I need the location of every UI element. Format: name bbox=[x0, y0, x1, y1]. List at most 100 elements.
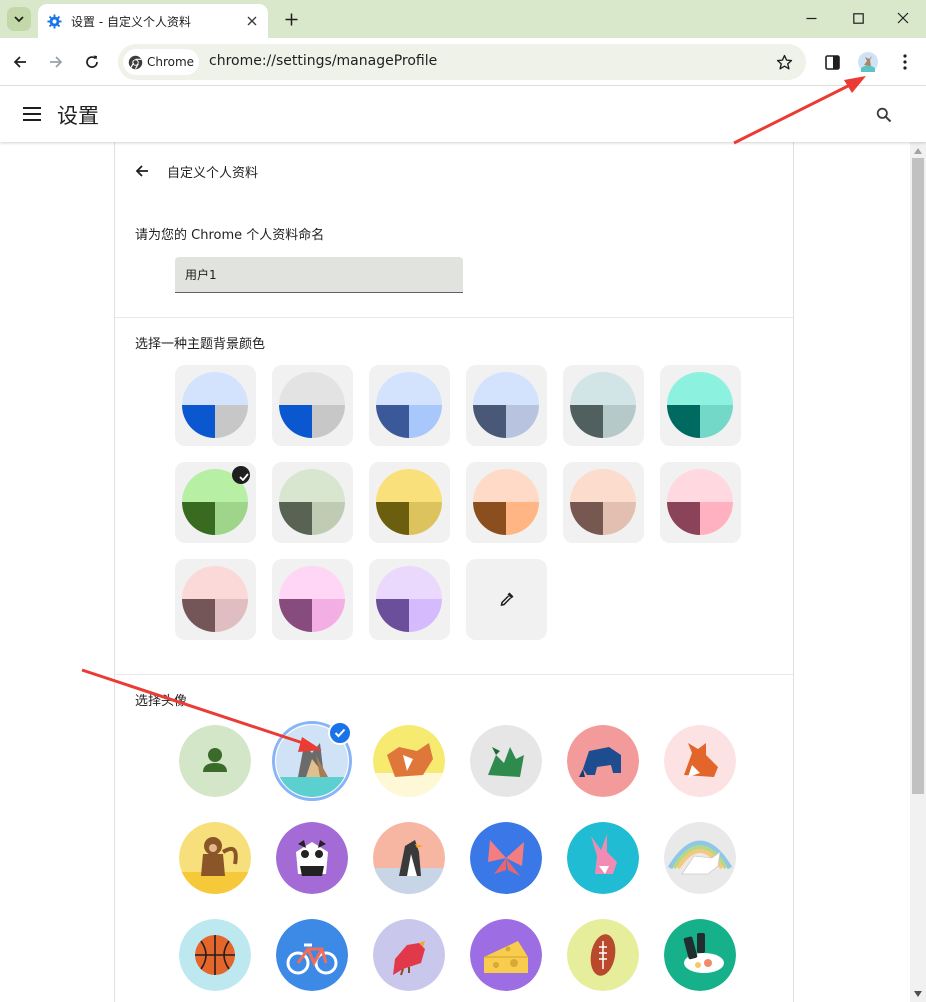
search-settings-button[interactable] bbox=[873, 104, 895, 126]
theme-color-preview bbox=[279, 469, 345, 535]
back-to-people-button[interactable] bbox=[131, 160, 153, 182]
avatar-icon bbox=[858, 52, 878, 72]
theme-swatch[interactable] bbox=[175, 559, 256, 640]
url-text[interactable]: chrome://settings/manageProfile bbox=[209, 53, 437, 69]
bookmark-star-button[interactable] bbox=[774, 52, 794, 72]
avatar-football-icon[interactable] bbox=[567, 919, 639, 991]
avatar-origami-monkey-icon[interactable] bbox=[179, 822, 251, 894]
avatar-basketball-icon[interactable] bbox=[179, 919, 251, 991]
reload-button[interactable] bbox=[80, 50, 104, 74]
maximize-button[interactable] bbox=[835, 0, 881, 36]
tab-settings[interactable]: 设置 - 自定义个人资料 bbox=[38, 4, 268, 38]
theme-color-preview bbox=[182, 566, 248, 632]
theme-color-preview bbox=[279, 372, 345, 438]
avatar-origami-unicorn-icon[interactable] bbox=[664, 822, 736, 894]
theme-swatch[interactable] bbox=[175, 462, 256, 543]
scroll-down-button[interactable] bbox=[912, 988, 924, 1000]
theme-swatch[interactable] bbox=[272, 559, 353, 640]
back-button[interactable] bbox=[8, 50, 32, 74]
chrome-chip-label: Chrome bbox=[147, 55, 195, 69]
theme-color-preview bbox=[473, 372, 539, 438]
theme-swatch[interactable] bbox=[660, 462, 741, 543]
forward-button[interactable] bbox=[44, 50, 68, 74]
theme-swatch[interactable] bbox=[369, 462, 450, 543]
theme-swatch[interactable] bbox=[466, 365, 547, 446]
theme-swatch[interactable] bbox=[466, 462, 547, 543]
avatar-origami-fox-icon[interactable] bbox=[664, 725, 736, 797]
avatar-origami-panda-icon[interactable] bbox=[276, 822, 348, 894]
hamburger-menu-icon bbox=[23, 107, 41, 121]
window-titlebar: 设置 - 自定义个人资料 bbox=[0, 0, 926, 38]
site-info-chip[interactable]: Chrome bbox=[123, 49, 199, 75]
theme-swatch[interactable] bbox=[563, 365, 644, 446]
eyedropper-icon bbox=[500, 592, 514, 606]
section-divider bbox=[115, 317, 793, 318]
side-panel-button[interactable] bbox=[820, 50, 844, 74]
avatar-cheese-icon[interactable] bbox=[470, 919, 542, 991]
triangle-down-icon bbox=[914, 991, 922, 997]
close-tab-button[interactable] bbox=[244, 13, 260, 29]
avatar-origami-penguin-icon[interactable] bbox=[373, 822, 445, 894]
close-icon bbox=[897, 12, 909, 24]
profile-avatar-button[interactable] bbox=[856, 50, 880, 74]
triangle-up-icon bbox=[914, 148, 922, 154]
avatar-sushi-icon[interactable] bbox=[664, 919, 736, 991]
avatar-origami-corgi-icon[interactable] bbox=[373, 725, 445, 797]
theme-color-preview bbox=[570, 372, 636, 438]
avatar-origami-dragon-icon[interactable] bbox=[470, 725, 542, 797]
page-title: 自定义个人资料 bbox=[167, 166, 259, 181]
theme-swatch[interactable] bbox=[369, 559, 450, 640]
arrow-left-icon bbox=[135, 165, 148, 177]
theme-color-preview bbox=[376, 566, 442, 632]
theme-color-label: 选择一种主题背景颜色 bbox=[135, 337, 266, 352]
avatar-bird-icon[interactable] bbox=[373, 919, 445, 991]
chrome-logo-icon bbox=[128, 55, 143, 69]
theme-color-preview bbox=[376, 372, 442, 438]
side-panel-icon bbox=[824, 54, 840, 70]
maximize-icon bbox=[852, 12, 864, 24]
scrollbar-thumb[interactable] bbox=[912, 158, 924, 794]
close-icon bbox=[247, 16, 257, 26]
theme-color-preview bbox=[182, 372, 248, 438]
reload-icon bbox=[86, 55, 98, 68]
close-window-button[interactable] bbox=[880, 0, 926, 36]
tab-search-button[interactable] bbox=[7, 7, 31, 31]
theme-swatch[interactable] bbox=[369, 365, 450, 446]
section-divider bbox=[115, 674, 793, 675]
avatar-origami-butterfly-icon[interactable] bbox=[470, 822, 542, 894]
manage-profile-card: 自定义个人资料 请为您的 Chrome 个人资料命名 选择一种主题背景颜色 选择… bbox=[114, 142, 794, 1002]
theme-swatch[interactable] bbox=[272, 462, 353, 543]
profile-name-input[interactable] bbox=[175, 257, 463, 293]
theme-swatch[interactable] bbox=[660, 365, 741, 446]
new-tab-button[interactable] bbox=[280, 8, 302, 30]
browser-toolbar: Chrome chrome://settings/manageProfile bbox=[0, 38, 926, 86]
avatar-generic-person-icon[interactable] bbox=[179, 725, 251, 797]
avatar-origami-rabbit-icon[interactable] bbox=[567, 822, 639, 894]
theme-color-preview bbox=[376, 469, 442, 535]
address-bar[interactable]: Chrome chrome://settings/manageProfile bbox=[118, 44, 806, 80]
theme-swatch[interactable] bbox=[563, 462, 644, 543]
theme-swatch[interactable] bbox=[175, 365, 256, 446]
selected-check-icon bbox=[232, 466, 250, 484]
settings-title: 设置 bbox=[57, 104, 99, 128]
settings-header: 设置 bbox=[0, 86, 926, 142]
minimize-icon bbox=[806, 17, 816, 19]
avatar-bicycle-icon[interactable] bbox=[276, 919, 348, 991]
theme-color-preview bbox=[570, 469, 636, 535]
avatar-label: 选择头像 bbox=[135, 694, 188, 709]
more-vert-icon bbox=[903, 54, 907, 70]
avatar-origami-elephant-icon[interactable] bbox=[567, 725, 639, 797]
chrome-menu-button[interactable] bbox=[893, 50, 917, 74]
gear-icon bbox=[47, 13, 62, 29]
tab-title: 设置 - 自定义个人资料 bbox=[71, 14, 191, 29]
minimize-button[interactable] bbox=[788, 0, 834, 36]
main-menu-button[interactable] bbox=[21, 104, 43, 124]
custom-color-swatch[interactable] bbox=[466, 559, 547, 640]
arrow-left-icon bbox=[13, 56, 26, 68]
theme-swatch[interactable] bbox=[272, 365, 353, 446]
scroll-up-button[interactable] bbox=[912, 145, 924, 157]
theme-color-preview bbox=[667, 469, 733, 535]
theme-color-preview bbox=[473, 469, 539, 535]
selected-check-icon bbox=[328, 721, 352, 745]
chevron-down-icon bbox=[14, 16, 24, 23]
